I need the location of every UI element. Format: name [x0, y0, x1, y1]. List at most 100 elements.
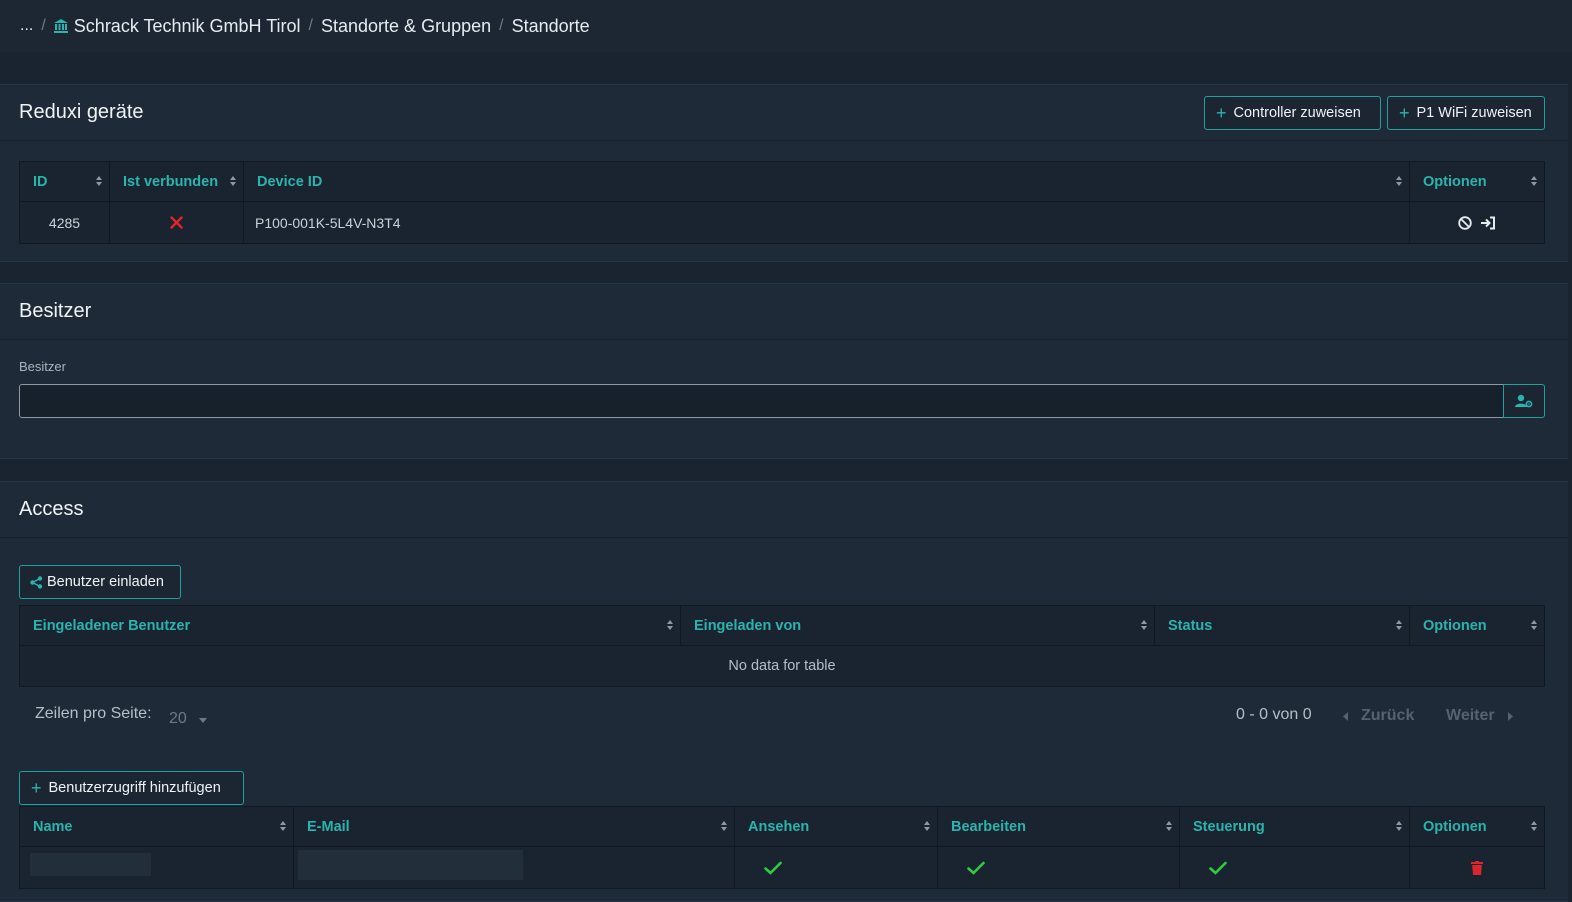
- caret-down-icon: [198, 718, 207, 723]
- owner-title: Besitzer: [19, 300, 92, 322]
- device-serial: P100-001K-5L4V-N3T4: [255, 214, 401, 231]
- sign-in-icon[interactable]: [1480, 216, 1496, 230]
- sort-icon: [1396, 176, 1402, 186]
- breadcrumb-groups[interactable]: Standorte & Gruppen: [321, 16, 491, 37]
- options-cell: [1410, 202, 1544, 243]
- owner-input[interactable]: [19, 384, 1504, 418]
- assign-p1-button[interactable]: + P1 WiFi zuweisen: [1387, 96, 1545, 130]
- redacted-name: [30, 853, 151, 876]
- column-header-options[interactable]: Optionen: [1410, 162, 1544, 202]
- plus-icon: +: [1399, 103, 1410, 123]
- column-header-view[interactable]: Ansehen: [735, 807, 938, 847]
- rows-per-page-label: Zeilen pro Seite:: [35, 705, 152, 722]
- devices-table-header: ID Ist verbunden Device ID Optionen: [20, 162, 1544, 202]
- sort-icon: [1141, 620, 1147, 630]
- assign-controller-button[interactable]: + Controller zuweisen: [1204, 96, 1381, 130]
- device-number: 4285: [48, 214, 81, 231]
- sort-icon: [1531, 620, 1537, 630]
- column-label: Steuerung: [1193, 818, 1265, 835]
- sort-icon: [1396, 620, 1402, 630]
- assign-p1-label: P1 WiFi zuweisen: [1416, 105, 1532, 121]
- select-owner-button[interactable]: [1503, 384, 1545, 418]
- view-permission-cell: [735, 847, 938, 888]
- column-header-control[interactable]: Steuerung: [1180, 807, 1410, 847]
- column-label: Status: [1168, 617, 1213, 634]
- prev-page-label: Zurück: [1361, 707, 1415, 724]
- sort-icon: [1166, 821, 1172, 831]
- sort-icon: [96, 176, 102, 186]
- breadcrumb-separator: /: [499, 17, 504, 34]
- check-icon[interactable]: [1209, 861, 1227, 875]
- edit-permission-cell: [938, 847, 1180, 888]
- table-row: No data for table: [20, 646, 1544, 686]
- column-label: E-Mail: [307, 818, 350, 835]
- rows-per-page-select[interactable]: 20: [169, 709, 215, 729]
- check-icon[interactable]: [764, 861, 782, 875]
- ban-icon[interactable]: [1458, 215, 1472, 230]
- sort-icon: [1531, 821, 1537, 831]
- sort-icon: [667, 620, 673, 630]
- column-label: ID: [33, 173, 48, 190]
- column-header-invited-by[interactable]: Eingeladen von: [681, 606, 1155, 646]
- column-header-device-id[interactable]: Device ID: [244, 162, 1410, 202]
- next-page-label: Weiter: [1446, 707, 1495, 724]
- share-icon: [30, 575, 43, 589]
- next-page-button[interactable]: Weiter: [1446, 707, 1513, 725]
- sort-icon: [1396, 821, 1402, 831]
- control-permission-cell: [1180, 847, 1410, 888]
- owner-card-header: Besitzer: [0, 284, 1568, 340]
- column-label: Ist verbunden: [123, 173, 219, 190]
- devices-table: ID Ist verbunden Device ID Optionen 4285…: [19, 161, 1545, 244]
- breadcrumb-ellipsis[interactable]: ...: [20, 17, 33, 35]
- invite-user-button[interactable]: Benutzer einladen: [19, 565, 181, 599]
- column-label: Ansehen: [748, 818, 810, 835]
- connected-cell: [110, 202, 244, 243]
- assign-controller-label: Controller zuweisen: [1233, 105, 1361, 121]
- breadcrumb-org-label: Schrack Technik GmbH Tirol: [73, 15, 301, 36]
- plus-icon: +: [1216, 103, 1227, 123]
- breadcrumb-org[interactable]: Schrack Technik GmbH Tirol: [53, 15, 301, 37]
- access-card-header: Access: [0, 482, 1568, 538]
- breadcrumb-separator: /: [41, 17, 46, 34]
- column-header-options[interactable]: Optionen: [1410, 807, 1544, 847]
- trash-icon[interactable]: [1471, 860, 1483, 875]
- sort-icon: [721, 821, 727, 831]
- invite-user-label: Benutzer einladen: [47, 574, 164, 590]
- access-title: Access: [19, 498, 84, 520]
- owner-field-label: Besitzer: [19, 359, 66, 374]
- check-icon[interactable]: [967, 861, 985, 875]
- add-user-access-button[interactable]: + Benutzerzugriff hinzufügen: [19, 771, 244, 805]
- redacted-email: [298, 850, 523, 880]
- devices-card: Reduxi geräte + Controller zuweisen + P1 W…: [0, 84, 1568, 262]
- rows-per-page-value: 20: [169, 710, 187, 727]
- column-label: Optionen: [1423, 173, 1487, 190]
- column-header-edit[interactable]: Bearbeiten: [938, 807, 1180, 847]
- user-access-table: Name E-Mail Ansehen Bearbeiten Steuerung…: [19, 806, 1545, 889]
- column-label: Bearbeiten: [951, 818, 1026, 835]
- empty-table-cell: No data for table: [20, 646, 1544, 686]
- device-id-cell: 4285: [20, 202, 110, 243]
- column-label: Name: [33, 818, 73, 835]
- column-label: Eingeladener Benutzer: [33, 617, 191, 634]
- add-user-access-label: Benutzerzugriff hinzufügen: [48, 780, 221, 796]
- user-email-cell: [294, 847, 735, 888]
- chevron-right-icon: [1507, 711, 1513, 721]
- devices-card-header: Reduxi geräte + Controller zuweisen + P1 W…: [0, 85, 1568, 141]
- devices-title: Reduxi geräte: [19, 101, 144, 123]
- column-header-invited-user[interactable]: Eingeladener Benutzer: [20, 606, 681, 646]
- plus-icon: +: [31, 778, 42, 798]
- prev-page-button[interactable]: Zurück: [1343, 707, 1414, 725]
- column-header-options[interactable]: Optionen: [1410, 606, 1544, 646]
- column-header-connected[interactable]: Ist verbunden: [110, 162, 244, 202]
- user-gear-icon: [1515, 394, 1533, 408]
- invites-table-header: Eingeladener Benutzer Eingeladen von Sta…: [20, 606, 1544, 646]
- owner-card: Besitzer Besitzer: [0, 283, 1568, 459]
- empty-table-text: No data for table: [728, 658, 836, 674]
- column-header-status[interactable]: Status: [1155, 606, 1410, 646]
- column-header-name[interactable]: Name: [20, 807, 294, 847]
- user-access-table-header: Name E-Mail Ansehen Bearbeiten Steuerung…: [20, 807, 1544, 847]
- column-header-id[interactable]: ID: [20, 162, 110, 202]
- table-row: 4285 P100-001K-5L4V-N3T4: [20, 202, 1544, 243]
- column-header-email[interactable]: E-Mail: [294, 807, 735, 847]
- device-serial-cell: P100-001K-5L4V-N3T4: [244, 202, 1410, 243]
